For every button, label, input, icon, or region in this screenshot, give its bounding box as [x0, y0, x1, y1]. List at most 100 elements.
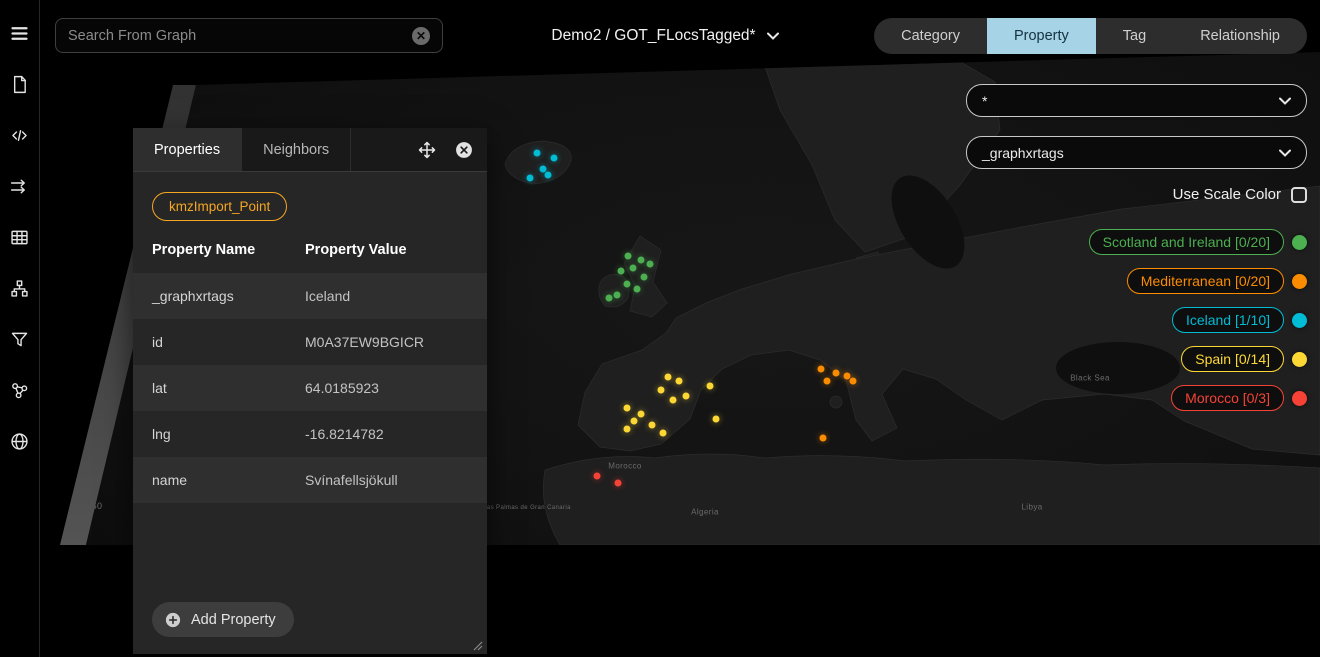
document-icon[interactable]	[8, 72, 32, 96]
tab-neighbors[interactable]: Neighbors	[242, 128, 351, 171]
chevron-down-icon	[767, 32, 779, 40]
graph-node-mediterranean[interactable]	[824, 378, 831, 385]
legend-item: Spain [0/14]	[1181, 346, 1307, 372]
graph-node-spain[interactable]	[670, 397, 677, 404]
graph-node-spain[interactable]	[713, 416, 720, 423]
properties-panel: Properties Neighbors kmzImport_Point Pro…	[133, 128, 487, 654]
tag-property-value: _graphxrtags	[982, 145, 1064, 161]
cluster-icon[interactable]	[8, 378, 32, 402]
add-property-button[interactable]: Add Property	[152, 602, 294, 637]
globe-icon[interactable]	[8, 429, 32, 453]
graph-node-scotland[interactable]	[638, 257, 645, 264]
graph-node-spain[interactable]	[665, 374, 672, 381]
graph-node-spain[interactable]	[649, 422, 656, 429]
map-label: Morocco	[608, 462, 641, 471]
graph-node-scotland[interactable]	[647, 261, 654, 268]
graph-node-scotland[interactable]	[624, 281, 631, 288]
clear-search-icon[interactable]: ✕	[412, 27, 430, 45]
graph-node-spain[interactable]	[624, 405, 631, 412]
graph-node-scotland[interactable]	[606, 295, 613, 302]
tab-tag[interactable]: Tag	[1096, 18, 1173, 54]
map-label: Algeria	[691, 508, 719, 517]
graph-node-spain[interactable]	[660, 430, 667, 437]
legend-dot-spain[interactable]	[1292, 352, 1307, 367]
graph-node-iceland[interactable]	[534, 150, 541, 157]
legend-pill-spain[interactable]: Spain [0/14]	[1181, 346, 1284, 372]
chevron-down-icon	[1279, 97, 1291, 105]
legend: Scotland and Ireland [0/20] Mediterranean…	[1089, 229, 1307, 411]
legend-pill-mediterranean[interactable]: Mediterranean [0/20]	[1127, 268, 1284, 294]
legend-pill-iceland[interactable]: Iceland [1/10]	[1172, 307, 1284, 333]
plus-circle-icon	[164, 611, 182, 629]
legend-pill-morocco[interactable]: Morocco [0/3]	[1171, 385, 1284, 411]
graph-node-spain[interactable]	[676, 378, 683, 385]
tab-category[interactable]: Category	[874, 18, 987, 54]
tab-property[interactable]: Property	[987, 18, 1096, 54]
menu-icon[interactable]	[8, 21, 32, 45]
graph-node-scotland[interactable]	[634, 286, 641, 293]
property-filter-value: *	[982, 93, 987, 109]
property-table-rows: _graphxrtags Iceland id M0A37EW9BGICR la…	[133, 273, 487, 503]
use-scale-color-row: Use Scale Color	[1173, 186, 1307, 203]
graph-node-scotland[interactable]	[614, 292, 621, 299]
property-filter-select[interactable]: *	[966, 84, 1307, 117]
table-row[interactable]: lng -16.8214782	[133, 411, 487, 457]
property-table-header: Property Name Property Value	[133, 227, 487, 273]
legend-item: Mediterranean [0/20]	[1127, 268, 1307, 294]
hierarchy-icon[interactable]	[8, 276, 32, 300]
graph-node-mediterranean[interactable]	[818, 366, 825, 373]
graph-node-spain[interactable]	[631, 418, 638, 425]
category-badge[interactable]: kmzImport_Point	[152, 192, 287, 221]
legend-dot-mediterranean[interactable]	[1292, 274, 1307, 289]
legend-dot-morocco[interactable]	[1292, 391, 1307, 406]
graph-node-iceland[interactable]	[527, 175, 534, 182]
legend-dot-iceland[interactable]	[1292, 313, 1307, 328]
filter-icon[interactable]	[8, 327, 32, 351]
code-icon[interactable]	[8, 123, 32, 147]
legend-item: Morocco [0/3]	[1171, 385, 1307, 411]
sidebar	[0, 0, 40, 657]
graph-node-iceland[interactable]	[551, 155, 558, 162]
graph-node-morocco[interactable]	[594, 473, 601, 480]
graph-node-mediterranean[interactable]	[833, 370, 840, 377]
project-title[interactable]: Demo2 / GOT_FLocsTagged*	[500, 18, 830, 53]
graph-node-mediterranean[interactable]	[820, 435, 827, 442]
table-icon[interactable]	[8, 225, 32, 249]
legend-dot-scotland[interactable]	[1292, 235, 1307, 250]
graph-node-scotland[interactable]	[641, 274, 648, 281]
properties-panel-header: Properties Neighbors	[133, 128, 487, 172]
tab-relationship[interactable]: Relationship	[1173, 18, 1307, 54]
project-title-text: Demo2 / GOT_FLocsTagged*	[551, 27, 755, 45]
move-panel-icon[interactable]	[417, 140, 437, 160]
view-mode-tabs: Category Property Tag Relationship	[874, 18, 1307, 54]
legend-pill-scotland[interactable]: Scotland and Ireland [0/20]	[1089, 229, 1284, 255]
graph-node-spain[interactable]	[683, 393, 690, 400]
resize-handle[interactable]	[471, 638, 483, 650]
search-input[interactable]	[68, 28, 412, 44]
table-row[interactable]: name Svínafellsjökull	[133, 457, 487, 503]
graph-node-scotland[interactable]	[618, 268, 625, 275]
app: Black SeaMoroccoAlgeriaLibyaLas Palmas d…	[0, 0, 1320, 657]
tag-property-select[interactable]: _graphxrtags	[966, 136, 1307, 169]
use-scale-color-checkbox[interactable]	[1291, 187, 1307, 203]
transform-icon[interactable]	[8, 174, 32, 198]
graph-node-scotland[interactable]	[625, 253, 632, 260]
graph-node-spain[interactable]	[638, 411, 645, 418]
close-panel-icon[interactable]	[454, 140, 474, 160]
graph-node-spain[interactable]	[707, 383, 714, 390]
graph-node-scotland[interactable]	[630, 265, 637, 272]
col-property-name: Property Name	[152, 242, 305, 258]
table-row[interactable]: id M0A37EW9BGICR	[133, 319, 487, 365]
graph-node-morocco[interactable]	[615, 480, 622, 487]
table-row[interactable]: lat 64.0185923	[133, 365, 487, 411]
table-row[interactable]: _graphxrtags Iceland	[133, 273, 487, 319]
graph-node-iceland[interactable]	[545, 172, 552, 179]
tab-properties[interactable]: Properties	[133, 128, 242, 171]
graph-node-mediterranean[interactable]	[850, 378, 857, 385]
map-label: Las Palmas de Gran Canaria	[483, 505, 571, 511]
search-box: ✕	[55, 18, 443, 53]
legend-item: Scotland and Ireland [0/20]	[1089, 229, 1307, 255]
graph-node-spain[interactable]	[658, 387, 665, 394]
chevron-down-icon	[1279, 149, 1291, 157]
graph-node-spain[interactable]	[624, 426, 631, 433]
